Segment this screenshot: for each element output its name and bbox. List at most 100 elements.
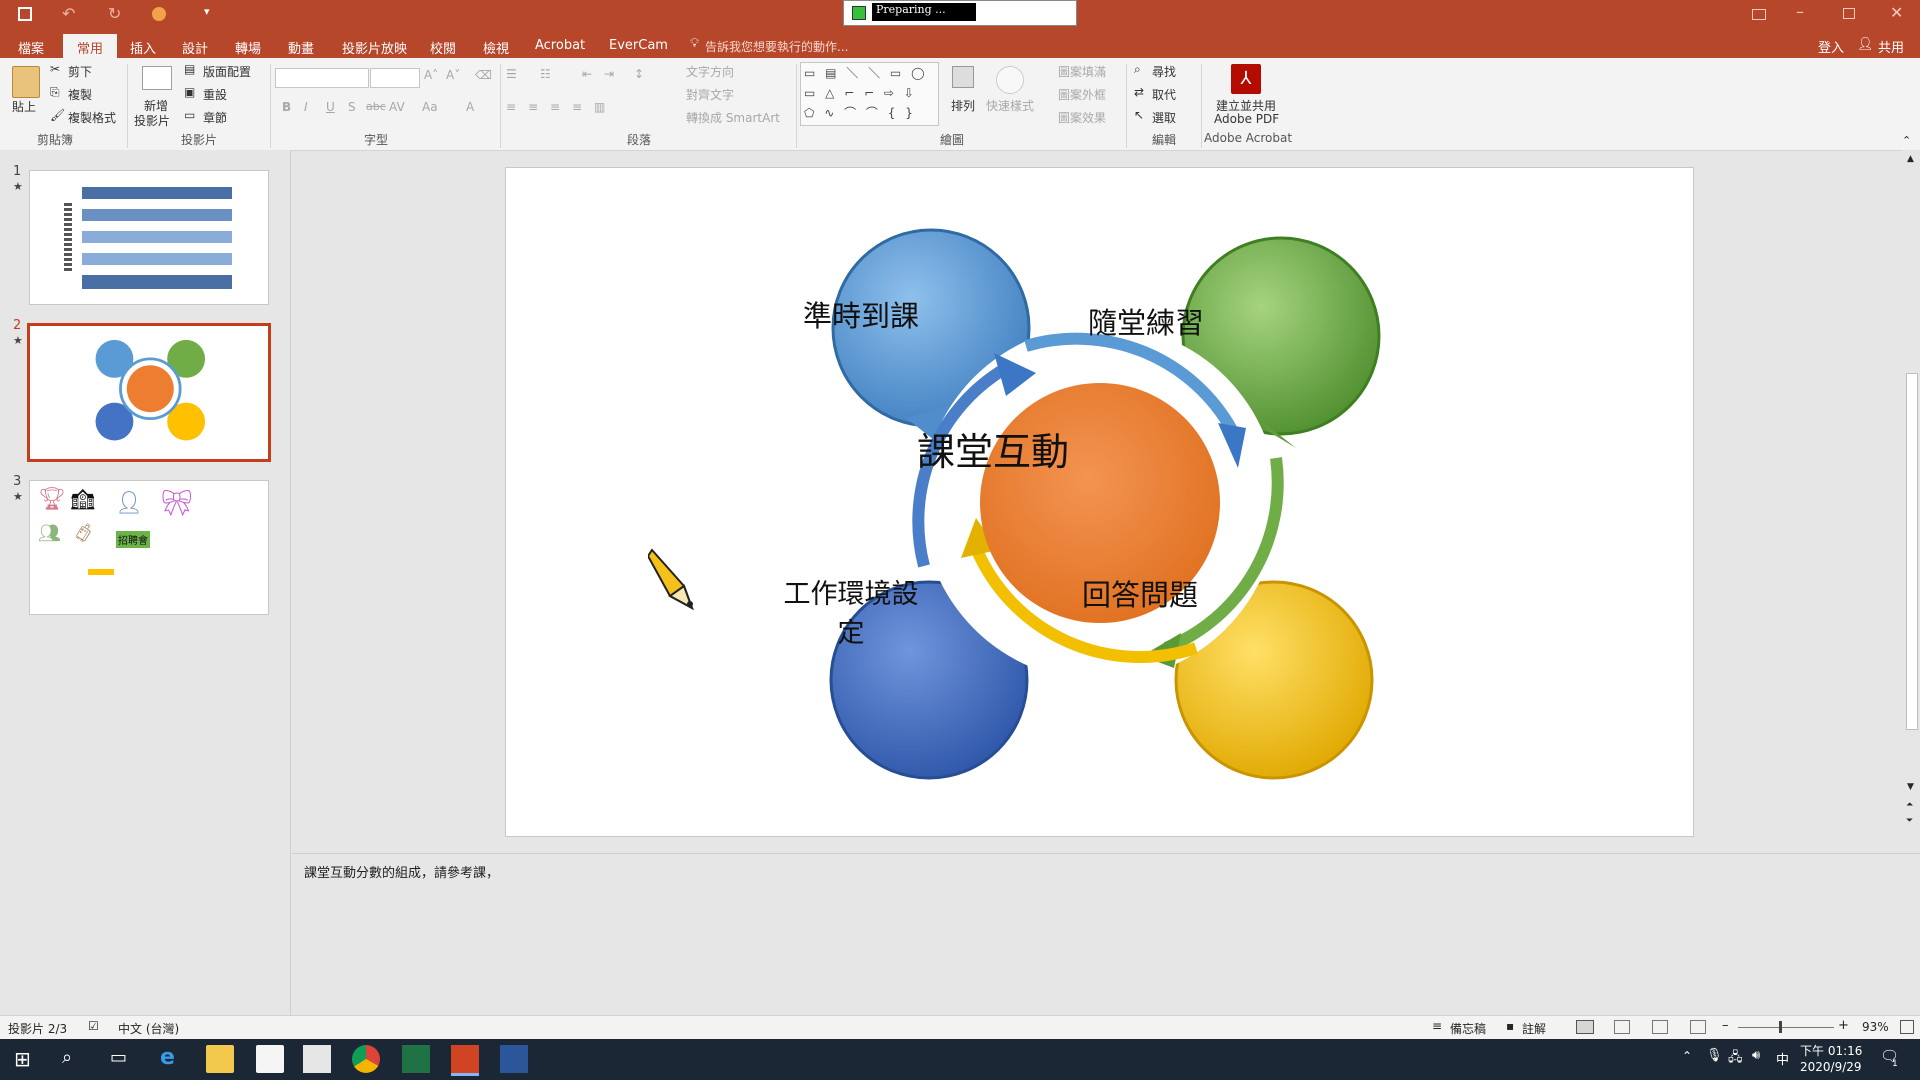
customize-qat-icon[interactable]: ▾	[204, 5, 210, 18]
file-explorer-icon[interactable]	[206, 1045, 234, 1073]
close-button[interactable]: ✕	[1890, 3, 1903, 22]
change-case-button[interactable]: Aa	[422, 100, 438, 114]
arrange-icon[interactable]	[952, 66, 974, 88]
tab-home[interactable]: 常用	[63, 34, 118, 58]
sign-in-link[interactable]: 登入	[1818, 37, 1844, 56]
replace-button[interactable]: 取代	[1152, 86, 1176, 103]
scroll-down-icon[interactable]: ▼	[1907, 782, 1914, 792]
share-button[interactable]: 共用	[1878, 37, 1904, 56]
mail-icon[interactable]	[303, 1045, 331, 1073]
font-color-button[interactable]: A	[466, 100, 474, 114]
bold-button[interactable]: B	[282, 100, 291, 114]
tab-evercam[interactable]: EverCam	[599, 36, 678, 55]
bullets-icon[interactable]: ☰	[506, 67, 517, 81]
zoom-out-button[interactable]: –	[1722, 1018, 1729, 1033]
strikethrough-button[interactable]: abc	[366, 100, 386, 113]
store-icon[interactable]	[256, 1045, 284, 1073]
powerpoint-icon[interactable]	[451, 1045, 479, 1076]
task-view-icon[interactable]: ▭	[110, 1047, 127, 1068]
undo-icon[interactable]: ↶	[62, 4, 75, 23]
notes-text[interactable]: 課堂互動分數的組成，請參考課，	[304, 862, 499, 881]
next-slide-icon[interactable]: ⏷	[1906, 816, 1913, 826]
tab-animations[interactable]: 動畫	[278, 36, 324, 59]
clock-time[interactable]: 下午 01:16	[1800, 1042, 1862, 1059]
paste-icon[interactable]	[12, 66, 40, 98]
tab-slideshow[interactable]: 投影片放映	[332, 36, 417, 59]
shape-outline-button[interactable]: 圖案外框	[1058, 86, 1106, 103]
language-indicator[interactable]: 中文 (台灣)	[118, 1020, 179, 1037]
tab-file[interactable]: 檔案	[8, 36, 54, 59]
columns-icon[interactable]: ▥	[594, 100, 605, 114]
shape-fill-button[interactable]: 圖案填滿	[1058, 63, 1106, 80]
collapse-ribbon-icon[interactable]: ⌃	[1902, 134, 1911, 147]
cut-button[interactable]: 剪下	[68, 63, 92, 80]
text-direction-button[interactable]: 文字方向	[686, 63, 734, 80]
slide-thumbnail-1[interactable]	[29, 170, 269, 305]
copy-button[interactable]: 複製	[68, 86, 92, 103]
create-pdf-button-line2[interactable]: Adobe PDF	[1214, 112, 1279, 126]
line-spacing-icon[interactable]: ↕	[634, 67, 644, 81]
justify-icon[interactable]: ≡	[572, 100, 582, 114]
comments-button[interactable]: 註解	[1522, 1020, 1546, 1037]
shape-effects-button[interactable]: 圖案效果	[1058, 109, 1106, 126]
ribbon-display-options-icon[interactable]	[1752, 9, 1766, 20]
redo-icon[interactable]: ↻	[108, 4, 121, 23]
start-from-beginning-icon[interactable]	[152, 7, 166, 21]
minimize-button[interactable]: –	[1796, 2, 1804, 21]
underline-button[interactable]: U	[326, 100, 335, 114]
prev-slide-icon[interactable]: ⏶	[1906, 800, 1913, 810]
reset-button[interactable]: 重設	[203, 86, 227, 103]
font-size-combo[interactable]	[370, 68, 420, 88]
slideshow-view-button[interactable]	[1690, 1020, 1706, 1034]
slide-canvas[interactable]: 課堂互動 準時到課 隨堂練習 工作環境設定 回答問題	[505, 167, 1694, 837]
char-spacing-button[interactable]: AV	[389, 100, 405, 114]
text-shadow-button[interactable]: S	[348, 100, 356, 114]
tab-design[interactable]: 設計	[172, 36, 218, 59]
align-text-button[interactable]: 對齊文字	[686, 86, 734, 103]
notes-pane[interactable]: 課堂互動分數的組成，請參考課，	[292, 853, 1920, 1016]
decrease-indent-icon[interactable]: ⇤	[582, 67, 592, 81]
italic-button[interactable]: I	[304, 100, 308, 114]
new-slide-button-line2[interactable]: 投影片	[134, 112, 170, 129]
smartart-cycle-diagram[interactable]	[506, 168, 1693, 836]
scroll-thumb[interactable]	[1906, 373, 1918, 730]
section-button[interactable]: 章節	[203, 109, 227, 126]
align-left-icon[interactable]: ≡	[506, 100, 516, 114]
edge-icon[interactable]: e	[160, 1045, 175, 1070]
increase-indent-icon[interactable]: ⇥	[604, 67, 614, 81]
numbering-icon[interactable]: ☷	[540, 67, 551, 81]
word-icon[interactable]	[500, 1045, 528, 1073]
clear-formatting-icon[interactable]: ⌫	[475, 68, 492, 82]
new-slide-icon[interactable]	[142, 66, 172, 90]
spellcheck-icon[interactable]: ☑	[88, 1019, 99, 1033]
font-name-combo[interactable]	[275, 68, 369, 88]
align-right-icon[interactable]: ≡	[550, 100, 560, 114]
normal-view-button[interactable]	[1576, 1020, 1594, 1034]
show-hidden-icons[interactable]: ⌃	[1682, 1049, 1692, 1063]
tab-transitions[interactable]: 轉場	[225, 36, 271, 59]
arrange-button[interactable]: 排列	[951, 97, 975, 114]
find-button[interactable]: 尋找	[1152, 63, 1176, 80]
excel-icon[interactable]	[402, 1045, 430, 1073]
align-center-icon[interactable]: ≡	[528, 100, 538, 114]
shapes-gallery[interactable]: ▭ ▤ ＼ ＼ ▭ ◯ ▭ △ ⌐ ⌐ ⇨ ⇩ ⬠ ∿ ⌒ ⌒ { }	[800, 62, 939, 126]
notes-toggle-button[interactable]: 備忘稿	[1450, 1020, 1486, 1037]
slide-sorter-view-button[interactable]	[1614, 1020, 1630, 1034]
zoom-slider[interactable]	[1738, 1027, 1834, 1028]
shrink-font-icon[interactable]: A˅	[446, 68, 460, 82]
volume-icon[interactable]: 🔊︎	[1752, 1048, 1760, 1063]
tab-insert[interactable]: 插入	[120, 36, 166, 59]
scroll-up-icon[interactable]: ▲	[1907, 154, 1914, 164]
network-icon[interactable]: 🖧︎	[1728, 1048, 1743, 1070]
ime-indicator[interactable]: 中	[1776, 1049, 1789, 1068]
fit-to-window-button[interactable]	[1900, 1020, 1914, 1034]
tab-acrobat[interactable]: Acrobat	[525, 36, 595, 55]
tell-me-search[interactable]: 告訴我您想要執行的動作...	[705, 38, 848, 55]
tab-view[interactable]: 檢視	[473, 36, 519, 59]
slide-thumbnail-2[interactable]	[27, 323, 271, 462]
select-button[interactable]: 選取	[1152, 109, 1176, 126]
zoom-in-button[interactable]: +	[1838, 1018, 1849, 1033]
format-painter-button[interactable]: 複製格式	[68, 109, 116, 126]
layout-button[interactable]: 版面配置	[203, 63, 251, 80]
convert-smartart-button[interactable]: 轉換成 SmartArt	[686, 109, 780, 126]
